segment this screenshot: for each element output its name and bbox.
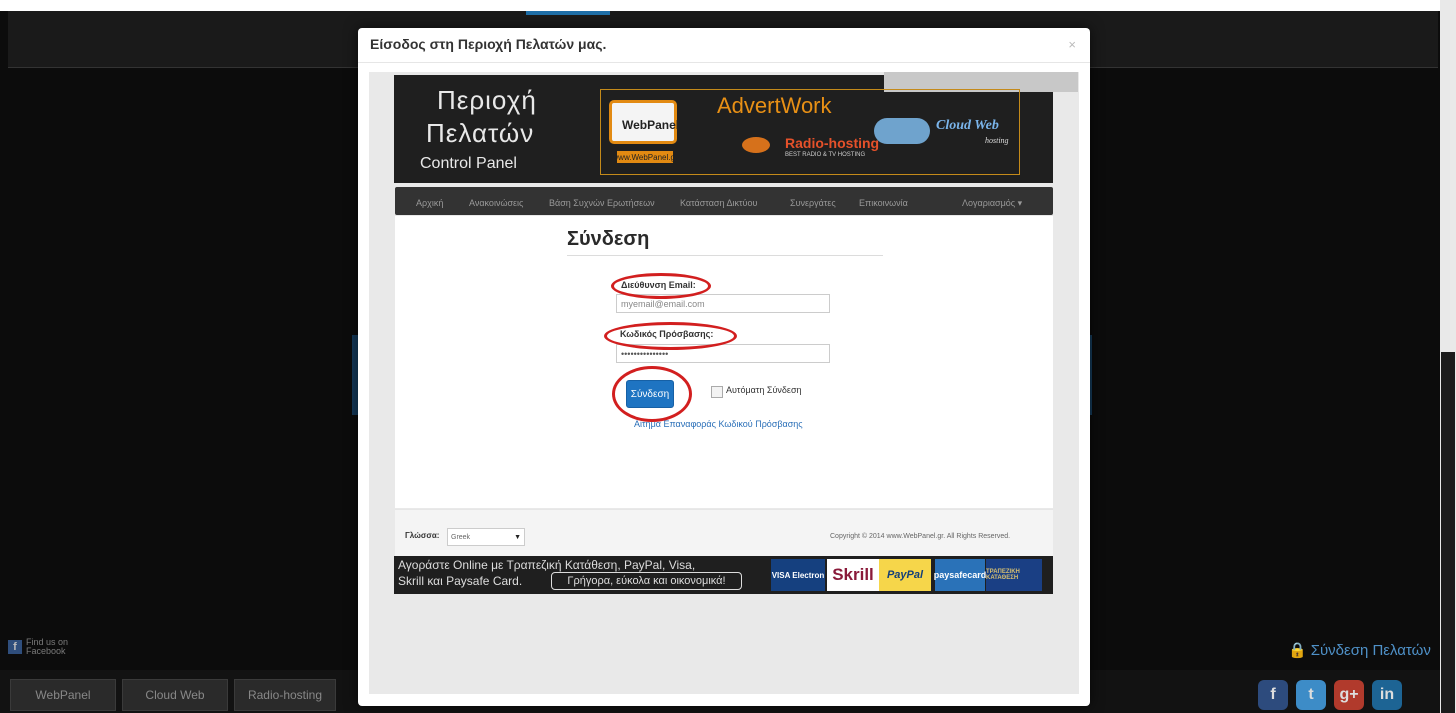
advertwork-logo: AdvertWork — [717, 93, 832, 118]
banner-title-line2: Πελατών — [426, 118, 535, 148]
page-scrollbar-thumb[interactable] — [1441, 352, 1455, 713]
payment-tagline: Γρήγορα, εύκολα και οικονομικά! — [551, 572, 742, 590]
radio-hosting-logo: Radio-hosting — [785, 135, 880, 151]
nav-item-home[interactable]: Αρχική — [416, 198, 443, 208]
payment-text-line2: Skrill και Paysafe Card. — [398, 574, 523, 588]
linkedin-social-icon[interactable]: in — [1372, 680, 1402, 710]
twitter-social-icon[interactable]: t — [1296, 680, 1326, 710]
footer-logo-webpanel[interactable]: WebPanel — [10, 679, 116, 711]
site-active-tab-indicator — [526, 11, 610, 15]
visa-electron-icon: VISA Electron — [771, 559, 825, 591]
remember-me-checkbox[interactable] — [711, 386, 723, 398]
language-select-value: Greek — [451, 533, 471, 541]
paysafecard-icon: paysafecard — [934, 559, 986, 591]
googleplus-social-icon[interactable]: g+ — [1334, 680, 1364, 710]
radio-hosting-tagline: BEST RADIO & TV HOSTING — [785, 152, 866, 158]
payment-text-line1: Αγοράστε Online με Τραπεζική Κατάθεση, P… — [398, 558, 696, 572]
cloudweb-logo: Cloud Web — [936, 118, 999, 133]
cloud-icon — [874, 118, 930, 144]
highlight-ring-login-button — [612, 366, 692, 422]
highlight-ring-email-label — [611, 273, 711, 299]
banner-subtitle: Control Panel — [420, 155, 517, 172]
nav-item-faq[interactable]: Βάση Συχνών Ερωτήσεων — [549, 198, 655, 208]
copyright-text: Copyright © 2014 www.WebPanel.gr. All Ri… — [830, 533, 1011, 540]
footer-logo-radiohosting[interactable]: Radio-hosting — [234, 679, 336, 711]
radio-hosting-icon — [742, 137, 770, 153]
nav-item-account-dropdown[interactable]: Λογαριασμός ▾ — [962, 198, 1022, 209]
language-label: Γλώσσα: — [405, 531, 440, 540]
lock-icon: 🔒 — [1288, 642, 1307, 659]
login-heading: Σύνδεση — [567, 228, 650, 250]
webpanel-logo-text: WebPanel — [622, 118, 680, 132]
footer-logo-cloudweb[interactable]: Cloud Web — [122, 679, 228, 711]
webpanel-url: www.WebPanel.gr — [612, 151, 678, 163]
bank-deposit-icon: ΤΡΑΠΕΖΙΚΗ ΚΑΤΑΘΕΣΗ — [986, 559, 1042, 591]
chevron-down-icon: ▼ — [514, 533, 521, 541]
modal-header: Είσοδος στη Περιοχή Πελατών μας. × — [358, 28, 1090, 63]
remember-me-label[interactable]: Αυτόματη Σύνδεση — [726, 385, 802, 395]
client-login-label: Σύνδεση Πελατών — [1310, 641, 1431, 659]
page-top-band — [0, 0, 1456, 11]
nav-item-contact[interactable]: Επικοινωνία — [859, 198, 908, 208]
paypal-icon: PayPal — [879, 559, 931, 591]
language-select[interactable]: Greek ▼ — [447, 528, 525, 546]
facebook-badge[interactable]: f Find us on Facebook — [8, 638, 70, 656]
highlight-ring-password-label — [604, 322, 737, 350]
cloudweb-tagline: hosting — [985, 136, 1009, 145]
nav-item-announcements[interactable]: Ανακοινώσεις — [469, 198, 523, 208]
facebook-badge-label: Find us on Facebook — [26, 637, 69, 656]
facebook-icon: f — [8, 640, 22, 654]
skrill-icon: Skrill — [827, 559, 879, 591]
nav-item-partners[interactable]: Συνεργάτες — [790, 198, 836, 208]
heading-divider — [567, 255, 883, 256]
client-login-link[interactable]: 🔒 Σύνδεση Πελατών — [1288, 641, 1431, 660]
facebook-social-icon[interactable]: f — [1258, 680, 1288, 710]
close-icon[interactable]: × — [1068, 37, 1076, 52]
nav-item-network-status[interactable]: Κατάσταση Δικτύου — [680, 198, 757, 208]
modal-title: Είσοδος στη Περιοχή Πελατών μας. — [370, 36, 607, 52]
banner-title-line1: Περιοχή — [437, 85, 537, 115]
